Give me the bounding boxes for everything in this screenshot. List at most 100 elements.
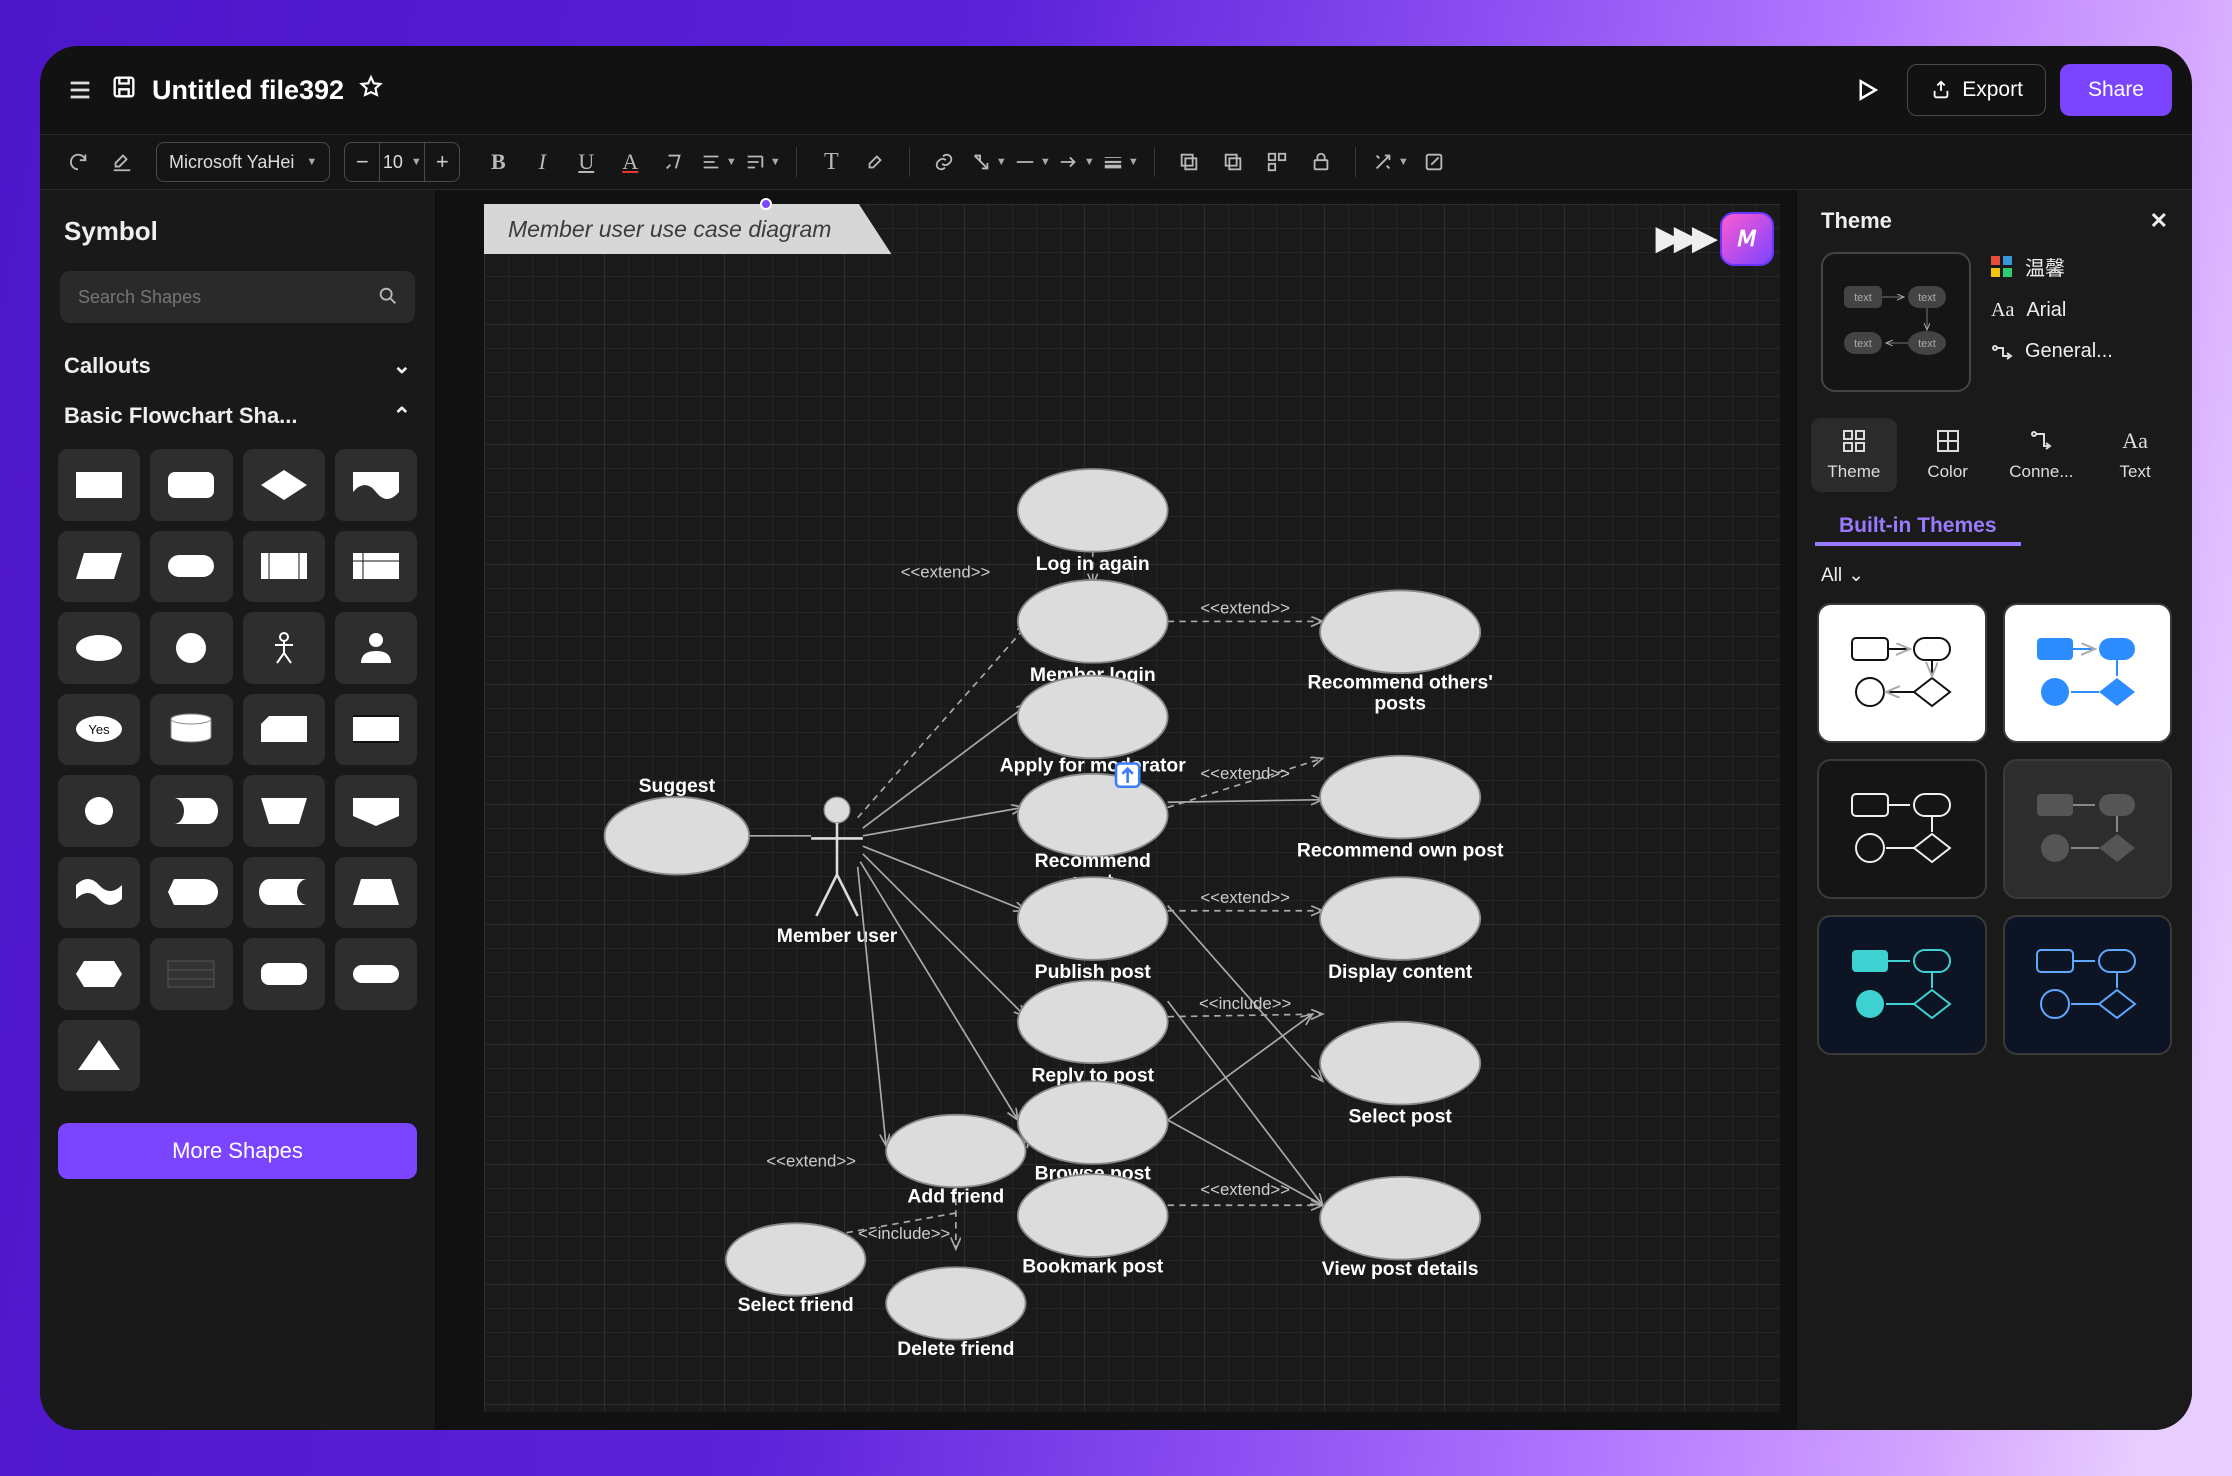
arrow-style-icon[interactable]: ▼ bbox=[1056, 142, 1096, 182]
tab-theme[interactable]: Theme bbox=[1811, 418, 1897, 492]
shape-capsule[interactable] bbox=[150, 531, 232, 603]
group-icon[interactable] bbox=[1257, 142, 1297, 182]
underline-icon[interactable]: U bbox=[566, 142, 606, 182]
save-icon[interactable] bbox=[110, 73, 138, 108]
italic-icon[interactable]: I bbox=[522, 142, 562, 182]
theme-connector-row: General... bbox=[1991, 340, 2168, 363]
line-weight-icon[interactable]: ▼ bbox=[1100, 142, 1140, 182]
shape-display[interactable] bbox=[150, 857, 232, 929]
search-icon[interactable] bbox=[377, 285, 399, 313]
text-color-icon[interactable]: A bbox=[610, 142, 650, 182]
diagram-svg: Member user bbox=[436, 190, 1796, 1430]
font-selector[interactable]: Microsoft YaHei ▼ bbox=[156, 142, 330, 182]
shape-hexagon[interactable] bbox=[58, 938, 140, 1010]
link-icon[interactable] bbox=[924, 142, 964, 182]
svg-text:Recommend: Recommend bbox=[1035, 850, 1151, 872]
clear-format-icon[interactable] bbox=[654, 142, 694, 182]
shape-open-rect[interactable] bbox=[335, 694, 417, 766]
tab-connector[interactable]: Conne... bbox=[1999, 418, 2085, 492]
export-button[interactable]: Export bbox=[1907, 64, 2046, 116]
format-painter-icon[interactable] bbox=[102, 142, 142, 182]
shape-card[interactable] bbox=[243, 694, 325, 766]
shape-wave[interactable] bbox=[58, 857, 140, 929]
theme-panel: Theme ✕ text text text text bbox=[1796, 190, 2192, 1430]
shape-diamond[interactable] bbox=[243, 449, 325, 521]
builtin-themes-title[interactable]: Built-in Themes bbox=[1815, 500, 2021, 546]
shape-rounded-rect[interactable] bbox=[150, 449, 232, 521]
shape-database[interactable] bbox=[150, 694, 232, 766]
decrease-size[interactable]: − bbox=[345, 149, 379, 175]
shape-predefined[interactable] bbox=[243, 531, 325, 603]
share-button[interactable]: Share bbox=[2060, 64, 2172, 116]
edit-icon[interactable] bbox=[1414, 142, 1454, 182]
svg-text:Display content: Display content bbox=[1328, 961, 1473, 983]
tab-color[interactable]: Color bbox=[1905, 418, 1991, 492]
redo-icon[interactable] bbox=[58, 142, 98, 182]
present-button[interactable] bbox=[1841, 64, 1893, 116]
svg-text:Recommend own post: Recommend own post bbox=[1297, 840, 1504, 862]
title-bar: Untitled file392 Export Share bbox=[40, 46, 2192, 134]
shape-internal-store[interactable] bbox=[335, 531, 417, 603]
connector-icon[interactable]: ▼ bbox=[968, 142, 1008, 182]
font-name: Microsoft YaHei bbox=[169, 152, 294, 173]
more-shapes-button[interactable]: More Shapes bbox=[58, 1123, 417, 1179]
svg-text:text: text bbox=[1918, 338, 1936, 350]
lock-icon[interactable] bbox=[1301, 142, 1341, 182]
align-v-icon[interactable]: ▼ bbox=[742, 142, 782, 182]
svg-text:Yes: Yes bbox=[89, 722, 111, 737]
shape-ellipse[interactable] bbox=[58, 612, 140, 684]
bring-forward-icon[interactable] bbox=[1169, 142, 1209, 182]
highlight-icon[interactable] bbox=[855, 142, 895, 182]
shape-user[interactable] bbox=[335, 612, 417, 684]
font-size-stepper[interactable]: − 10▼ + bbox=[344, 142, 460, 182]
bold-icon[interactable]: B bbox=[478, 142, 518, 182]
theme-color-row: 温馨 bbox=[1991, 252, 2168, 281]
shape-offpage[interactable] bbox=[335, 775, 417, 847]
tab-text[interactable]: AaText bbox=[2092, 418, 2178, 492]
svg-text:text: text bbox=[1854, 292, 1872, 304]
theme-card[interactable] bbox=[2003, 915, 2173, 1055]
shape-yes[interactable]: Yes bbox=[58, 694, 140, 766]
shape-connector-circle[interactable] bbox=[58, 775, 140, 847]
shape-parallelogram[interactable] bbox=[58, 531, 140, 603]
theme-card[interactable] bbox=[1817, 759, 1987, 899]
theme-font-row: AaArial bbox=[1991, 299, 2168, 322]
star-icon[interactable] bbox=[358, 74, 384, 107]
theme-card[interactable] bbox=[1817, 603, 1987, 743]
shape-rectangle[interactable] bbox=[58, 449, 140, 521]
theme-card[interactable] bbox=[2003, 759, 2173, 899]
shape-stored-data[interactable] bbox=[243, 857, 325, 929]
shape-trapezoid[interactable] bbox=[335, 857, 417, 929]
chevron-down-icon: ▼ bbox=[306, 156, 317, 168]
section-flowchart[interactable]: Basic Flowchart Sha... ⌃ bbox=[40, 391, 435, 441]
canvas[interactable]: Member user use case diagram ▶▶▶ 𝘔 Membe… bbox=[436, 190, 1796, 1430]
effects-icon[interactable]: ▼ bbox=[1370, 142, 1410, 182]
shape-pill[interactable] bbox=[335, 938, 417, 1010]
shape-manual-op[interactable] bbox=[243, 775, 325, 847]
all-filter[interactable]: All⌄ bbox=[1797, 546, 2192, 595]
align-h-icon[interactable]: ▼ bbox=[698, 142, 738, 182]
shape-document[interactable] bbox=[335, 449, 417, 521]
actor-member-user[interactable]: Member user bbox=[777, 797, 898, 947]
shape-circle[interactable] bbox=[150, 612, 232, 684]
font-size-value[interactable]: 10▼ bbox=[379, 143, 425, 181]
shape-rounded2[interactable] bbox=[243, 938, 325, 1010]
shape-blank[interactable] bbox=[150, 938, 232, 1010]
search-input[interactable] bbox=[60, 271, 415, 323]
shape-actor[interactable] bbox=[243, 612, 325, 684]
theme-card[interactable] bbox=[2003, 603, 2173, 743]
increase-size[interactable]: + bbox=[425, 149, 459, 175]
svg-text:Select post: Select post bbox=[1349, 1106, 1453, 1128]
hamburger-menu-icon[interactable] bbox=[56, 66, 104, 114]
shape-direct-data[interactable] bbox=[150, 775, 232, 847]
close-icon[interactable]: ✕ bbox=[2150, 208, 2168, 234]
theme-card[interactable] bbox=[1817, 915, 1987, 1055]
text-tool-icon[interactable]: T bbox=[811, 142, 851, 182]
shape-grid: Yes bbox=[40, 441, 435, 1105]
section-callouts[interactable]: Callouts ⌄ bbox=[40, 341, 435, 391]
send-backward-icon[interactable] bbox=[1213, 142, 1253, 182]
line-style-icon[interactable]: ▼ bbox=[1012, 142, 1052, 182]
theme-thumbnail[interactable]: text text text text bbox=[1821, 252, 1971, 392]
shape-triangle[interactable] bbox=[58, 1020, 140, 1092]
filename-text[interactable]: Untitled file392 bbox=[152, 75, 344, 106]
